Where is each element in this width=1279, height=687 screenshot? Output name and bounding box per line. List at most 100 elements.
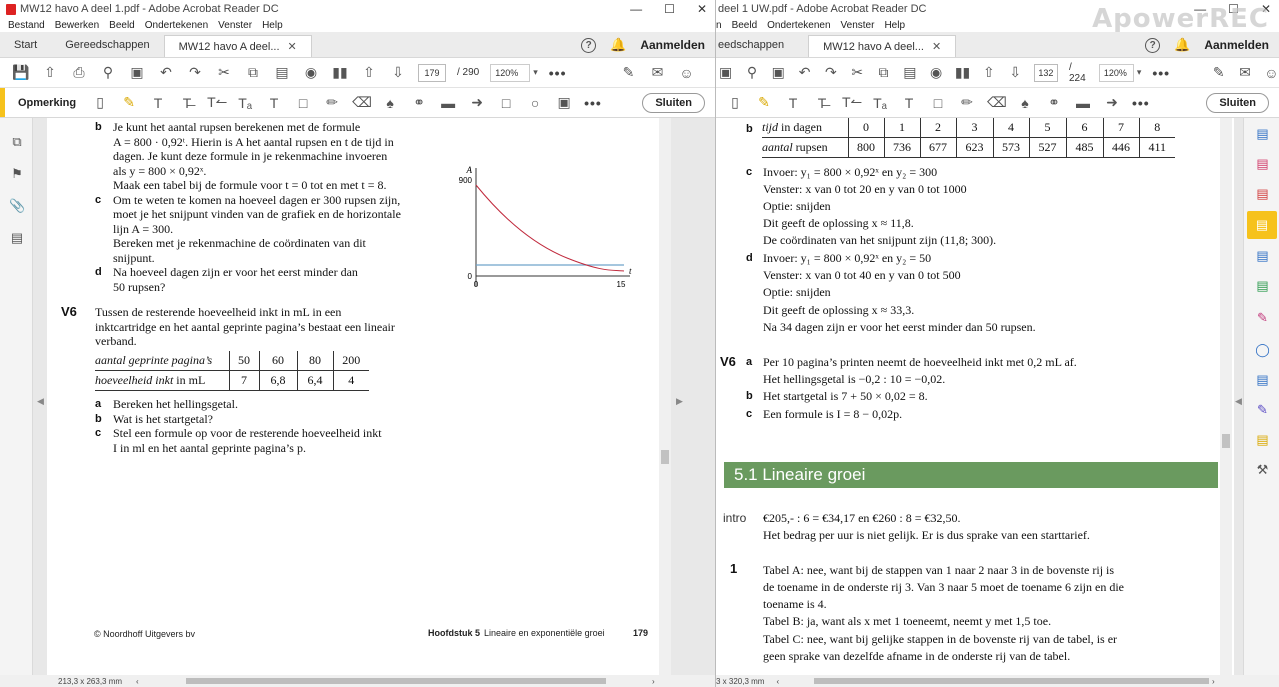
bookmark-icon[interactable]: ⚑ <box>9 166 25 182</box>
request-signature-icon[interactable]: ✎ <box>1254 402 1271 419</box>
cut-icon[interactable]: ✂ <box>215 64 233 81</box>
cut-icon[interactable]: ✂ <box>850 64 865 81</box>
create-pdf-icon[interactable]: ▣ <box>128 64 146 81</box>
menu-help[interactable]: Help <box>884 20 905 31</box>
scrollbar-thumb[interactable] <box>661 450 669 464</box>
edit-pdf-icon[interactable]: ▤ <box>1254 278 1271 295</box>
tab-document[interactable]: MW12 havo A deel... ✕ <box>163 35 312 57</box>
create-pdf-icon[interactable]: ▣ <box>718 64 733 81</box>
close-window-icon[interactable]: ✕ <box>697 2 707 16</box>
sticky-note-icon[interactable]: ▯ <box>726 94 744 111</box>
sticky-note-icon[interactable]: ▯ <box>91 94 109 111</box>
mail-icon[interactable]: ✉ <box>1237 64 1252 81</box>
zoom-select[interactable]: 120% <box>1098 63 1134 82</box>
circle-icon[interactable]: ○ <box>526 95 544 111</box>
stamp-icon[interactable]: ♠ <box>1016 95 1034 111</box>
redo-icon[interactable]: ↷ <box>186 64 204 81</box>
protect-icon[interactable]: ◯ <box>1254 342 1271 359</box>
pencil-icon[interactable]: ✏ <box>958 94 976 111</box>
page-up-icon[interactable]: ⇧ <box>981 64 996 81</box>
line-icon[interactable]: ▬ <box>1074 95 1092 111</box>
undo-icon[interactable]: ↶ <box>157 64 175 81</box>
find-binoculars-icon[interactable]: ▮▮ <box>331 64 349 81</box>
attachment-icon[interactable]: 📎 <box>9 198 25 214</box>
menu-edit[interactable]: n <box>716 20 722 31</box>
minimize-icon[interactable]: — <box>630 2 642 16</box>
pages-icon[interactable]: ⧉ <box>9 134 25 150</box>
close-comment-button[interactable]: Sluiten <box>642 93 705 113</box>
more-tools-icon[interactable]: ⚒ <box>1254 462 1271 479</box>
tab-document[interactable]: MW12 havo A deel... ✕ <box>808 35 957 57</box>
scan-icon[interactable]: ▤ <box>1254 372 1271 389</box>
help-icon[interactable]: ? <box>1145 37 1161 53</box>
scroll-right-icon[interactable]: › <box>1212 677 1215 686</box>
redo-icon[interactable]: ↷ <box>823 64 838 81</box>
add-text-icon[interactable]: T <box>265 95 283 111</box>
login-button[interactable]: Aanmelden <box>640 38 705 52</box>
search-icon[interactable]: ⚲ <box>744 64 759 81</box>
search-icon[interactable]: ⚲ <box>99 64 117 81</box>
menu-window[interactable]: Venster <box>841 20 875 31</box>
stamp-icon[interactable]: ♠ <box>381 95 399 111</box>
scrollbar-thumb[interactable] <box>1222 434 1230 448</box>
chevron-down-icon[interactable]: ▾ <box>1137 67 1142 78</box>
more-tools-icon[interactable]: ••• <box>1152 65 1170 81</box>
attach-icon[interactable]: ⚭ <box>1045 94 1063 111</box>
add-text-icon[interactable]: T <box>900 95 918 111</box>
zoom-select[interactable]: 120% <box>490 63 531 82</box>
menu-view[interactable]: Beeld <box>732 20 758 31</box>
chevron-down-icon[interactable]: ▾ <box>533 67 538 78</box>
vertical-scrollbar[interactable] <box>659 118 671 675</box>
help-icon[interactable]: ? <box>581 37 597 53</box>
eraser-icon[interactable]: ⌫ <box>352 94 372 111</box>
menu-help[interactable]: Help <box>262 20 283 31</box>
arrow-icon[interactable]: ➜ <box>468 94 486 111</box>
copy-icon[interactable]: ⧉ <box>876 64 891 81</box>
upload-icon[interactable]: ⇧ <box>41 64 59 81</box>
more-tools-icon[interactable]: ••• <box>549 65 567 81</box>
text-box-icon[interactable]: □ <box>294 95 312 111</box>
scroll-left-icon[interactable]: ‹ <box>136 677 139 686</box>
snapshot-icon[interactable]: ◉ <box>929 64 944 81</box>
line-icon[interactable]: ▬ <box>439 95 457 111</box>
save-icon[interactable]: 💾 <box>12 64 30 81</box>
page-down-icon[interactable]: ⇩ <box>389 64 407 81</box>
attach-icon[interactable]: ⚭ <box>410 94 428 111</box>
bell-icon[interactable]: 🔔 <box>610 37 626 53</box>
replace-text-icon[interactable]: T↼ <box>207 94 227 111</box>
document-area[interactable]: b tijd in dagen 0 1 2 3 4 5 6 7 8 aantal… <box>716 118 1279 675</box>
text-box-icon[interactable]: □ <box>929 95 947 111</box>
sign-pen-icon[interactable]: ✎ <box>620 64 638 81</box>
add-user-icon[interactable]: ☺ <box>678 65 696 81</box>
copy-icon[interactable]: ⧉ <box>244 64 262 81</box>
add-user-icon[interactable]: ☺ <box>1264 65 1279 81</box>
sign-pen-icon[interactable]: ✎ <box>1211 64 1226 81</box>
page-down-icon[interactable]: ⇩ <box>1008 64 1023 81</box>
undo-icon[interactable]: ↶ <box>797 64 812 81</box>
organize-pages-icon[interactable]: ▤ <box>1254 156 1271 173</box>
expand-right-pane-icon[interactable]: ▶ <box>676 396 683 407</box>
eraser-icon[interactable]: ⌫ <box>987 94 1007 111</box>
print-icon[interactable]: ⎙ <box>70 64 88 81</box>
page-number-input[interactable]: 179 <box>418 63 446 82</box>
close-comment-button[interactable]: Sluiten <box>1206 93 1269 113</box>
insert-text-icon[interactable]: Tₐ <box>236 95 254 111</box>
find-binoculars-icon[interactable]: ▮▮ <box>955 64 970 81</box>
scroll-left-icon[interactable]: ‹ <box>776 677 779 686</box>
signature-panel-icon[interactable]: ▤ <box>9 230 25 246</box>
page-up-icon[interactable]: ⇧ <box>360 64 378 81</box>
document-area[interactable]: ⧉ ⚑ 📎 ▤ ◀ b Je kunt het aantal rupsen be… <box>0 118 715 675</box>
text-underline-icon[interactable]: T <box>149 95 167 111</box>
tab-tools[interactable]: eedschappen <box>716 32 798 57</box>
vertical-scrollbar[interactable] <box>1220 118 1232 675</box>
create-pdf-icon[interactable]: ▣ <box>771 64 786 81</box>
close-tab-icon[interactable]: ✕ <box>932 40 941 53</box>
rectangle-icon[interactable]: □ <box>497 95 515 111</box>
close-tab-icon[interactable]: ✕ <box>288 40 297 53</box>
replace-text-icon[interactable]: T↼ <box>842 94 862 111</box>
mail-icon[interactable]: ✉ <box>649 64 667 81</box>
menu-window[interactable]: Venster <box>218 20 252 31</box>
shapes-icon[interactable]: ▣ <box>555 94 573 111</box>
combine-files-icon[interactable]: ▤ <box>1254 248 1271 265</box>
menu-sign[interactable]: Ondertekenen <box>145 20 208 31</box>
